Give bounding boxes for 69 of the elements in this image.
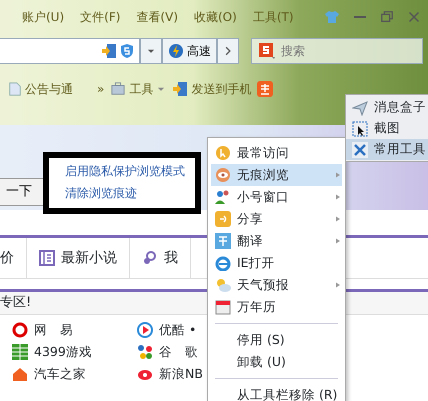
search-field[interactable]: 搜索 (279, 41, 422, 61)
screenshot-cursor-icon (352, 120, 368, 136)
bookmark-link[interactable]: 公告与通 (8, 80, 73, 98)
send-to-phone-icon (172, 81, 188, 97)
house-icon (12, 366, 28, 382)
menu-item[interactable]: 万年历 (211, 296, 342, 318)
menu-item[interactable]: 翻译 (211, 230, 342, 252)
submenu-arrow-icon (334, 214, 342, 224)
submenu-arrow-icon (334, 170, 342, 180)
colored-dots-icon (137, 344, 153, 360)
bookmark-link[interactable]: 发送到手机 (172, 80, 252, 98)
search-button[interactable]: 一下 (0, 178, 44, 206)
forward-button[interactable] (217, 38, 239, 64)
submenu-arrow-icon (334, 280, 342, 290)
menu-item[interactable]: 分享 (211, 208, 342, 230)
menu-item[interactable]: 常用工具 (346, 139, 428, 160)
page-icon (8, 81, 22, 97)
share-icon (215, 211, 231, 227)
menu-item[interactable]: 账户(U) (14, 8, 72, 26)
deal-icon[interactable] (257, 81, 274, 97)
section-title: 专区! (0, 294, 32, 312)
speed-mode-button[interactable]: 高速 (162, 38, 217, 64)
wrench-screwdriver-icon (352, 142, 368, 158)
toolbox-icon (110, 82, 126, 96)
menu-item[interactable]: 文件(F) (72, 8, 128, 26)
menu-item[interactable]: 无痕浏览 (211, 164, 342, 186)
shirt-icon (324, 9, 340, 25)
address-field[interactable] (0, 38, 140, 64)
grid-icon (12, 344, 28, 360)
tools-dropdown[interactable]: 工具 (110, 80, 166, 98)
menu-item[interactable]: 清除浏览痕迹 (65, 182, 195, 204)
lightning-globe-icon (168, 43, 184, 59)
submenu-arrow-icon (334, 236, 342, 246)
category-tab[interactable]: 最新小说 (27, 238, 130, 278)
menu-item[interactable]: 小号窗口 (211, 186, 342, 208)
menu-item[interactable]: IE打开 (211, 252, 342, 274)
menu-item[interactable]: 消息盒子 (346, 97, 428, 118)
shield-icon (119, 43, 135, 59)
search-engine-logo-icon (258, 43, 276, 59)
menu-item[interactable]: 收藏(O) (186, 8, 245, 26)
translate-icon (215, 233, 231, 249)
paper-plane-icon (352, 100, 368, 116)
menu-item[interactable]: 最常访问 (211, 142, 342, 164)
send-to-phone-icon (101, 43, 117, 59)
close-icon (408, 11, 420, 23)
weather-icon (215, 277, 231, 293)
restore-icon (380, 10, 394, 24)
more-bookmarks-button[interactable]: » (97, 80, 104, 98)
submenu-arrow-icon (334, 192, 342, 202)
category-tab[interactable]: 价 (0, 238, 27, 278)
site-link[interactable]: 汽车之家 (12, 365, 137, 383)
eye-icon (215, 167, 231, 183)
chevron-right-icon (223, 45, 233, 57)
menu-item[interactable]: 截图 (346, 118, 428, 139)
site-link[interactable]: 4399游戏 (12, 343, 137, 361)
calendar-icon (215, 299, 231, 315)
menu-item[interactable]: 天气预报 (211, 274, 342, 296)
play-icon (137, 322, 153, 338)
minimize-icon (354, 16, 366, 18)
site-link[interactable]: 网 易 (12, 321, 137, 339)
search-box[interactable]: 搜索 (251, 38, 423, 64)
book-icon (39, 250, 55, 266)
menu-item[interactable]: 查看(V) (128, 8, 186, 26)
link-icon (142, 250, 158, 266)
menu-item[interactable]: 从工具栏移除 (R) (211, 384, 342, 401)
menu-item[interactable]: 启用隐私保护浏览模式 (65, 160, 195, 182)
users-icon (215, 189, 231, 205)
category-tab[interactable]: 我 (130, 238, 191, 278)
dropdown-button[interactable] (140, 38, 162, 64)
